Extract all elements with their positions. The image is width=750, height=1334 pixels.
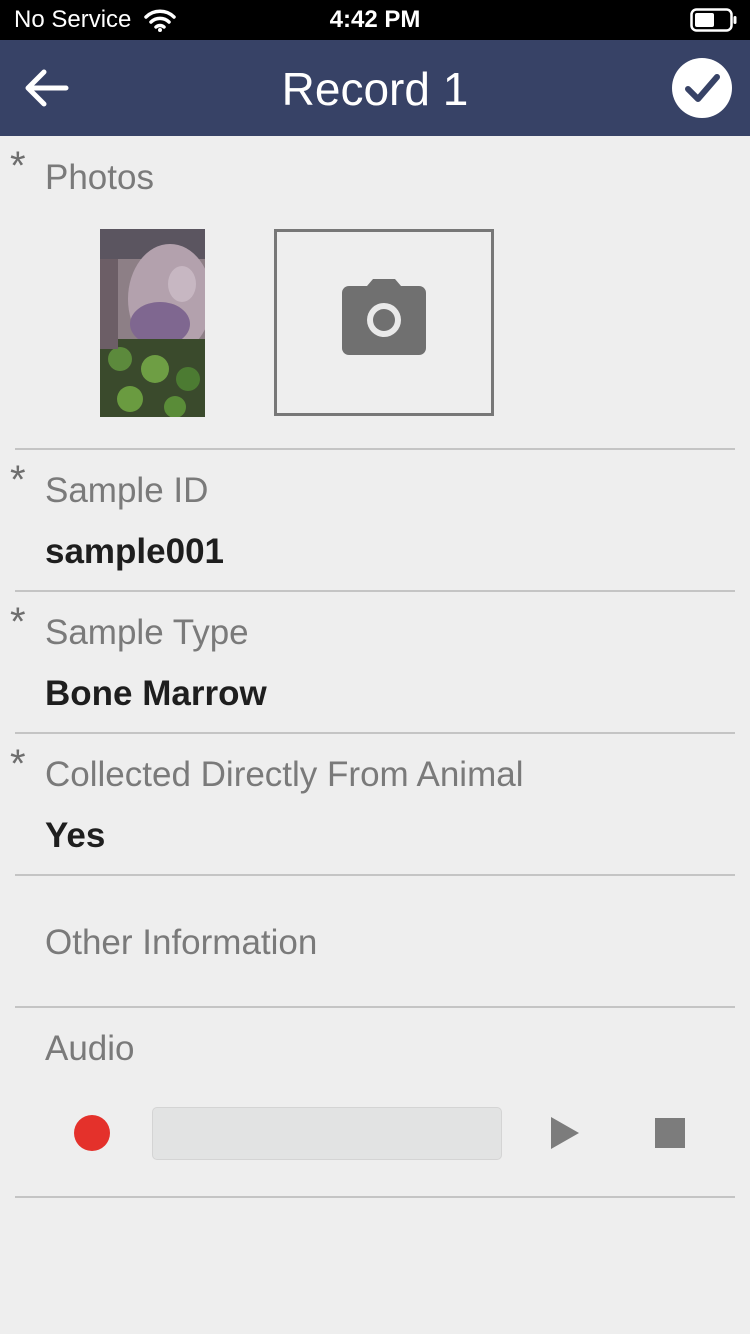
- save-button[interactable]: [672, 58, 732, 118]
- battery-icon: [690, 8, 738, 37]
- collected-from-animal-label: Collected Directly From Animal: [45, 755, 524, 794]
- audio-progress-track[interactable]: [152, 1107, 502, 1160]
- page-title: Record 1: [281, 63, 469, 115]
- divider: [15, 732, 735, 734]
- stop-button[interactable]: [655, 1118, 685, 1148]
- add-photo-button[interactable]: [274, 229, 494, 416]
- sample-type-label: Sample Type: [45, 613, 249, 652]
- photo-thumbnail[interactable]: [100, 229, 205, 417]
- divider: [15, 448, 735, 450]
- divider: [15, 874, 735, 876]
- photos-label: Photos: [45, 158, 154, 197]
- collected-from-animal-value[interactable]: Yes: [45, 816, 105, 856]
- required-marker: *: [10, 600, 26, 644]
- record-button[interactable]: [74, 1115, 110, 1151]
- divider: [15, 1196, 735, 1198]
- status-time: 4:42 PM: [329, 6, 421, 33]
- required-marker: *: [10, 144, 26, 188]
- sample-id-value[interactable]: sample001: [45, 532, 224, 572]
- check-circle-icon: [685, 74, 720, 102]
- play-button[interactable]: [551, 1117, 579, 1149]
- sample-type-value[interactable]: Bone Marrow: [45, 674, 267, 714]
- required-marker: *: [10, 458, 26, 502]
- nav-bar: Record 1: [0, 40, 750, 136]
- divider: [15, 1006, 735, 1008]
- required-marker: *: [10, 742, 26, 786]
- sample-id-label: Sample ID: [45, 471, 209, 510]
- other-information-field[interactable]: Other Information: [45, 923, 317, 963]
- camera-icon: [341, 278, 427, 361]
- audio-label: Audio: [45, 1029, 135, 1068]
- divider: [15, 590, 735, 592]
- status-bar: No Service 4:42 PM: [0, 0, 750, 40]
